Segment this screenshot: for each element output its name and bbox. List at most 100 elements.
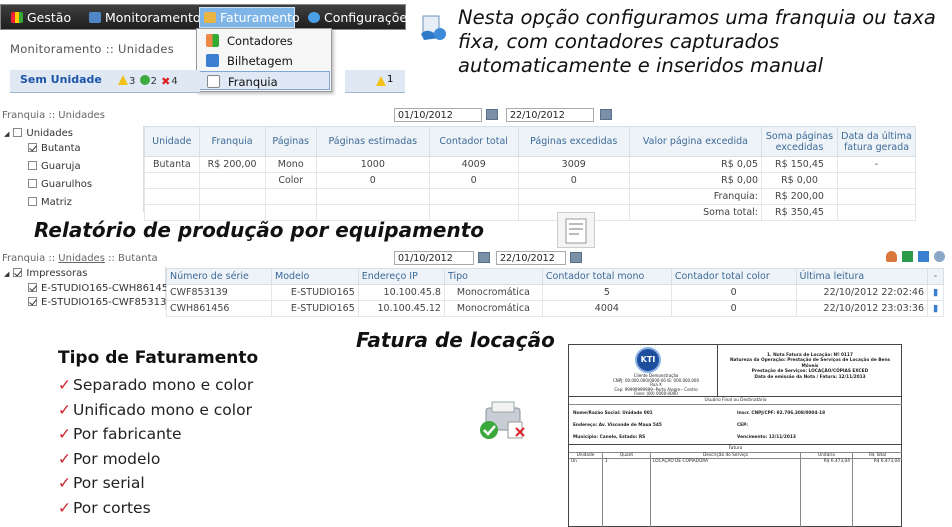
summary-row-franquia: Franquia: R$ 200,00 [144,188,916,205]
toolbar-icons [872,250,948,264]
relatorio-title: Relatório de produção por equipamento [34,218,485,242]
tree-item-printer[interactable]: E-STUDIO165-CWH86145 [28,283,166,294]
col-paginas[interactable]: Páginas [264,126,317,157]
report-icon [557,212,595,248]
menu-item-franquia[interactable]: Franquia [199,71,330,90]
menu-item-bilhetagem[interactable]: Bilhetagem [199,51,330,70]
device-icon[interactable]: ▮ [927,284,944,301]
unit-name: Sem Unidade [20,73,102,86]
error-icon: ✖ [161,75,171,88]
calendar-icon[interactable] [600,109,612,120]
col-contador-color[interactable]: Contador total color [670,268,797,285]
unit-status-row[interactable]: Sem Unidade 3 2 ✖4 [10,70,200,93]
check-icon: ✓ [58,474,71,492]
gear-icon [308,12,320,23]
refresh-icon[interactable] [934,251,945,262]
col-tipo[interactable]: Tipo [443,268,543,285]
list-item: ✓ Por serial [58,474,145,492]
monitor-icon [89,12,101,23]
tree-item-butanta[interactable]: Butanta [28,143,81,154]
calendar-icon[interactable] [486,109,498,120]
bilhetagem-icon [206,54,219,67]
col-paginas-excedidas[interactable]: Páginas excedidas [517,126,630,157]
print-icon[interactable] [918,251,929,262]
fatura-preview: KTI Cliente Demonstração CNPJ: 00.000.00… [568,344,902,527]
col-actions: - [927,268,944,285]
breadcrumb-link-unidades[interactable]: Unidades [58,253,105,264]
tipo-heading: Tipo de Faturamento [58,348,259,368]
list-item: ✓ Por modelo [58,449,161,468]
date-to-field[interactable]: 22/10/2012 [496,251,566,265]
col-valor-pagina-excedida[interactable]: Valor página excedida [628,126,763,157]
franquia-table: Unidade Franquia Páginas Páginas estimad… [144,126,916,221]
nav-item-monitoramento[interactable]: Monitoramento [89,10,201,25]
tree-root-unidades[interactable]: ◢ Unidades [4,128,73,139]
users-icon[interactable] [886,251,897,262]
col-contador-total[interactable]: Contador total [428,126,519,157]
date-to-field[interactable]: 22/10/2012 [506,108,594,122]
ok-icon [139,75,150,85]
check-icon: ✓ [58,376,71,394]
unit-status-row-right: 1 [345,70,405,93]
info-icon [418,12,448,42]
col-unidade[interactable]: Unidade [144,126,200,157]
nav-item-gestao[interactable]: Gestão [11,10,71,25]
main-nav-bar: Gestão Monitoramento Faturamento Configu… [0,4,414,30]
company-logo: KTI [635,347,661,373]
list-item: ✓ Por cortes [58,498,151,517]
col-paginas-estimadas[interactable]: Páginas estimadas [315,126,430,157]
tree-item-guarulhos[interactable]: Guarulhos [28,179,92,190]
col-soma-paginas-excedidas[interactable]: Soma páginas excedidas [761,126,838,157]
col-modelo[interactable]: Modelo [271,268,359,285]
tipo-faturamento-list: Tipo de Faturamento ✓ Separado mono e col… [58,348,258,520]
warning-icon [118,75,128,85]
device-icon[interactable]: ▮ [927,300,944,317]
date-from-field[interactable]: 01/10/2012 [394,108,482,122]
invoice-header: KTI Cliente Demonstração CNPJ: 00.000.00… [569,345,902,397]
producao-table: Número de série Modelo Endereço IP Tipo … [166,268,944,317]
date-from-field[interactable]: 01/10/2012 [394,251,474,265]
faturamento-icon [204,12,216,23]
tree-root-impressoras[interactable]: ◢ Impressoras [4,268,87,279]
faturamento-dropdown: Contadores Bilhetagem Franquia [196,28,332,92]
col-contador-mono[interactable]: Contador total mono [541,268,672,285]
nav-item-faturamento[interactable]: Faturamento [204,10,300,25]
nav-item-configuracoes[interactable]: Configurações [308,10,414,25]
col-data-ultima-fatura[interactable]: Data da última fatura gerada [837,126,916,157]
list-item: ✓ Unificado mono e color [58,400,252,419]
warning-icon [376,76,386,86]
franquia-breadcrumb: Franquia :: Unidades [2,110,105,121]
table-row[interactable]: Color 0 0 0 R$ 0,00 R$ 0,00 [144,172,916,189]
table-row[interactable]: CWH861456 E-STUDIO165 10.100.45.12 Monocrom… [166,300,944,317]
fatura-title: Fatura de locação [356,328,555,352]
franquia-panel: Franquia :: Unidades 01/10/2012 22/10/20… [0,106,952,221]
contadores-icon [206,34,219,47]
billing-printer-icon [476,400,534,444]
table-row[interactable]: Butanta R$ 200,00 Mono 1000 4009 3009 R$ 0,05 R… [144,156,916,173]
menu-item-contadores[interactable]: Contadores [199,31,330,50]
calendar-icon[interactable] [478,252,490,263]
company-info: Cliente Demonstração CNPJ: 00.000.000/00… [612,373,699,396]
calendar-icon[interactable] [570,252,582,263]
table-row: Un 1 LOCAÇÃO DE COPIADORA R$ 6.473,04 R$… [569,459,902,527]
unit-tree: ◢ Unidades Butanta Guaruja Guarulhos Matr… [4,126,144,212]
list-item: ✓ Separado mono e color [58,376,254,394]
tree-item-guaruja[interactable]: Guaruja [28,161,81,172]
destinatario-section: Usuário Final ou Destinatário Nome/Razão… [569,397,902,445]
check-icon: ✓ [58,449,71,468]
tree-item-matriz[interactable]: Matriz [28,197,72,208]
printer-tree: ◢ Impressoras E-STUDIO165-CWH86145 E-STUD… [4,266,166,310]
col-numero-serie[interactable]: Número de série [166,268,272,285]
col-endereco-ip[interactable]: Endereço IP [357,268,445,285]
check-icon: ✓ [58,425,71,443]
table-row[interactable]: CWF853139 E-STUDIO165 10.100.45.8 Monocromá… [166,284,944,301]
producao-breadcrumb: Franquia :: Unidades :: Butanta [2,253,158,264]
fatura-items: Fatura Unidade Quant Descrição do Serviç… [569,445,902,527]
monitoramento-breadcrumb: Monitoramento :: Unidades [10,42,175,56]
tree-item-printer[interactable]: E-STUDIO165-CWF85313 [28,297,166,308]
col-ultima-leitura[interactable]: Última leitura [795,268,929,285]
intro-text: Nesta opção configuramos uma franquia ou… [458,6,936,77]
col-franquia[interactable]: Franquia [198,126,266,157]
list-item: ✓ Por fabricante [58,425,182,443]
export-icon[interactable] [902,251,913,262]
